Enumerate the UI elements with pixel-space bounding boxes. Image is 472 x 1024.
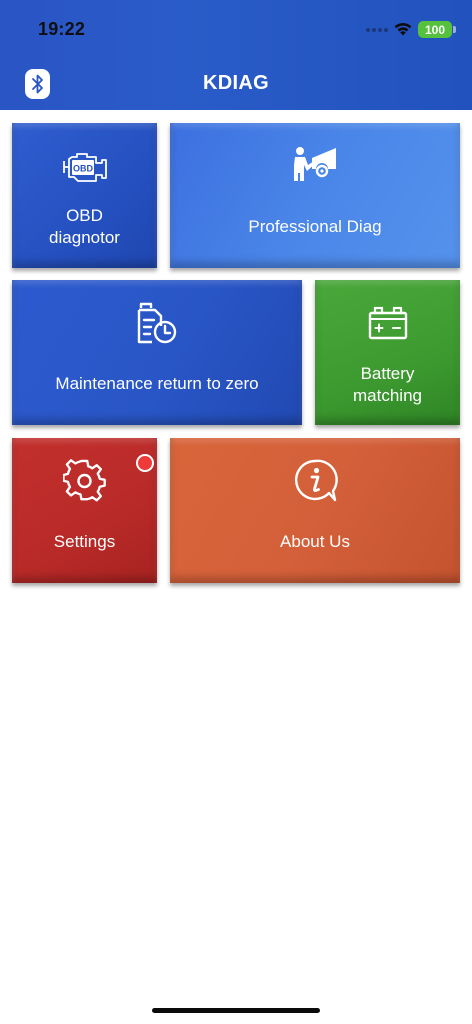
obd-icon-text: OBD <box>73 164 94 174</box>
wifi-icon <box>394 22 412 36</box>
tile-battery-label-line1: Battery <box>360 364 415 383</box>
info-bubble-icon <box>294 459 338 502</box>
battery-indicator: 100 <box>418 21 452 38</box>
car-battery-icon <box>368 306 408 340</box>
tile-battery-matching[interactable]: Battery matching <box>315 280 460 425</box>
cellular-signal-icon <box>366 27 388 33</box>
tile-professional-diag[interactable]: Professional Diag <box>170 123 460 268</box>
tile-obd-label-line1: OBD <box>66 206 103 225</box>
status-bar: 19:22 100 <box>0 0 472 54</box>
app-screen: 19:22 100 KDIAG OBD OBD diagnotor Profes… <box>0 0 472 1024</box>
tile-settings[interactable]: Settings <box>12 438 157 583</box>
nav-bar: KDIAG <box>0 54 472 110</box>
mechanic-car-icon <box>294 147 336 181</box>
tile-maintenance-label: Maintenance return to zero <box>55 374 259 393</box>
tile-obd-label: OBD diagnotor <box>12 205 157 249</box>
oil-clock-icon <box>137 302 177 344</box>
tile-maintenance-return-to-zero[interactable]: Maintenance return to zero <box>12 280 302 425</box>
status-time: 19:22 <box>38 19 86 39</box>
tile-about-label: About Us <box>280 532 350 551</box>
notification-dot <box>136 454 154 472</box>
tile-professional-label: Professional Diag <box>248 217 382 236</box>
app-title: KDIAG <box>203 72 269 94</box>
home-indicator[interactable] <box>152 1008 320 1013</box>
tile-obd-label-line2: diagnotor <box>49 228 120 247</box>
tile-settings-label: Settings <box>53 532 116 551</box>
tile-battery-label: Battery matching <box>315 363 460 407</box>
engine-obd-icon: OBD <box>63 153 107 182</box>
battery-tip <box>453 26 456 33</box>
header: 19:22 100 KDIAG <box>0 0 472 110</box>
tile-obd-diagnotor[interactable]: OBD OBD diagnotor <box>12 123 157 268</box>
tile-battery-label-line2: matching <box>353 386 422 405</box>
gear-icon <box>63 459 106 502</box>
tile-about-us[interactable]: About Us <box>170 438 460 583</box>
